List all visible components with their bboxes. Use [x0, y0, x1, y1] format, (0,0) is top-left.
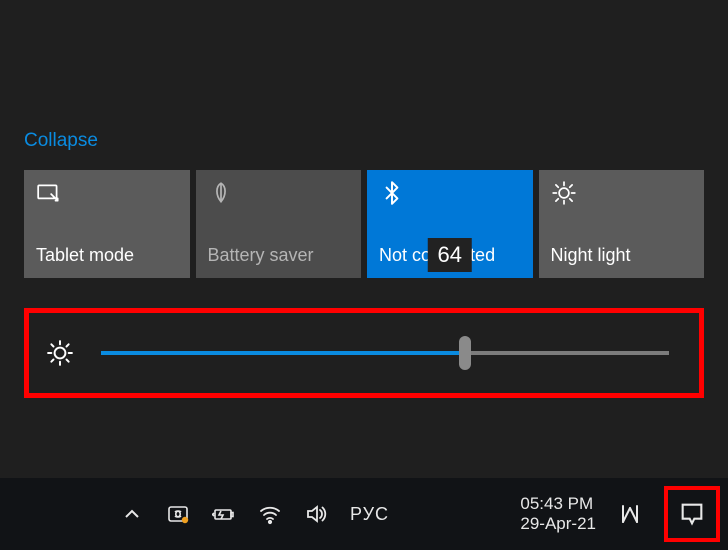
- tile-bluetooth[interactable]: Not connected 64: [367, 170, 533, 278]
- bluetooth-icon: [379, 180, 521, 206]
- quick-action-tiles: Tablet mode Battery saver Not connected …: [24, 170, 704, 278]
- clock-date: 29-Apr-21: [520, 514, 596, 534]
- notification-icon: [678, 500, 706, 528]
- taskbar: РУС 05:43 PM 29-Apr-21: [0, 478, 728, 550]
- battery-charging-icon[interactable]: [212, 502, 236, 526]
- tile-label: Battery saver: [208, 245, 350, 266]
- tile-label: Night light: [551, 245, 693, 266]
- volume-icon[interactable]: [304, 502, 328, 526]
- wifi-icon[interactable]: [258, 502, 282, 526]
- leaf-icon: [208, 180, 350, 206]
- clock-time: 05:43 PM: [520, 494, 596, 514]
- tray-overflow-chevron-icon[interactable]: [120, 502, 144, 526]
- tile-tablet-mode[interactable]: Tablet mode: [24, 170, 190, 278]
- brightness-slider[interactable]: [101, 351, 669, 355]
- input-language-indicator[interactable]: РУС: [350, 504, 389, 525]
- tile-battery-saver[interactable]: Battery saver: [196, 170, 362, 278]
- slider-fill: [101, 351, 465, 355]
- sync-status-icon[interactable]: [166, 502, 190, 526]
- tile-label: Tablet mode: [36, 245, 178, 266]
- tile-night-light[interactable]: Night light: [539, 170, 705, 278]
- brightness-value-badge: 64: [428, 238, 472, 272]
- brightness-slider-row: [24, 308, 704, 398]
- night-light-icon: [551, 180, 693, 206]
- tablet-mode-icon: [36, 180, 178, 206]
- action-center-panel: Collapse Tablet mode Battery saver: [24, 130, 704, 398]
- action-center-button[interactable]: [664, 486, 720, 542]
- slider-thumb[interactable]: [459, 336, 471, 370]
- taskbar-clock[interactable]: 05:43 PM 29-Apr-21: [520, 494, 596, 535]
- app-tray-icon[interactable]: [618, 502, 642, 526]
- brightness-icon: [47, 340, 73, 366]
- collapse-link[interactable]: Collapse: [24, 130, 98, 152]
